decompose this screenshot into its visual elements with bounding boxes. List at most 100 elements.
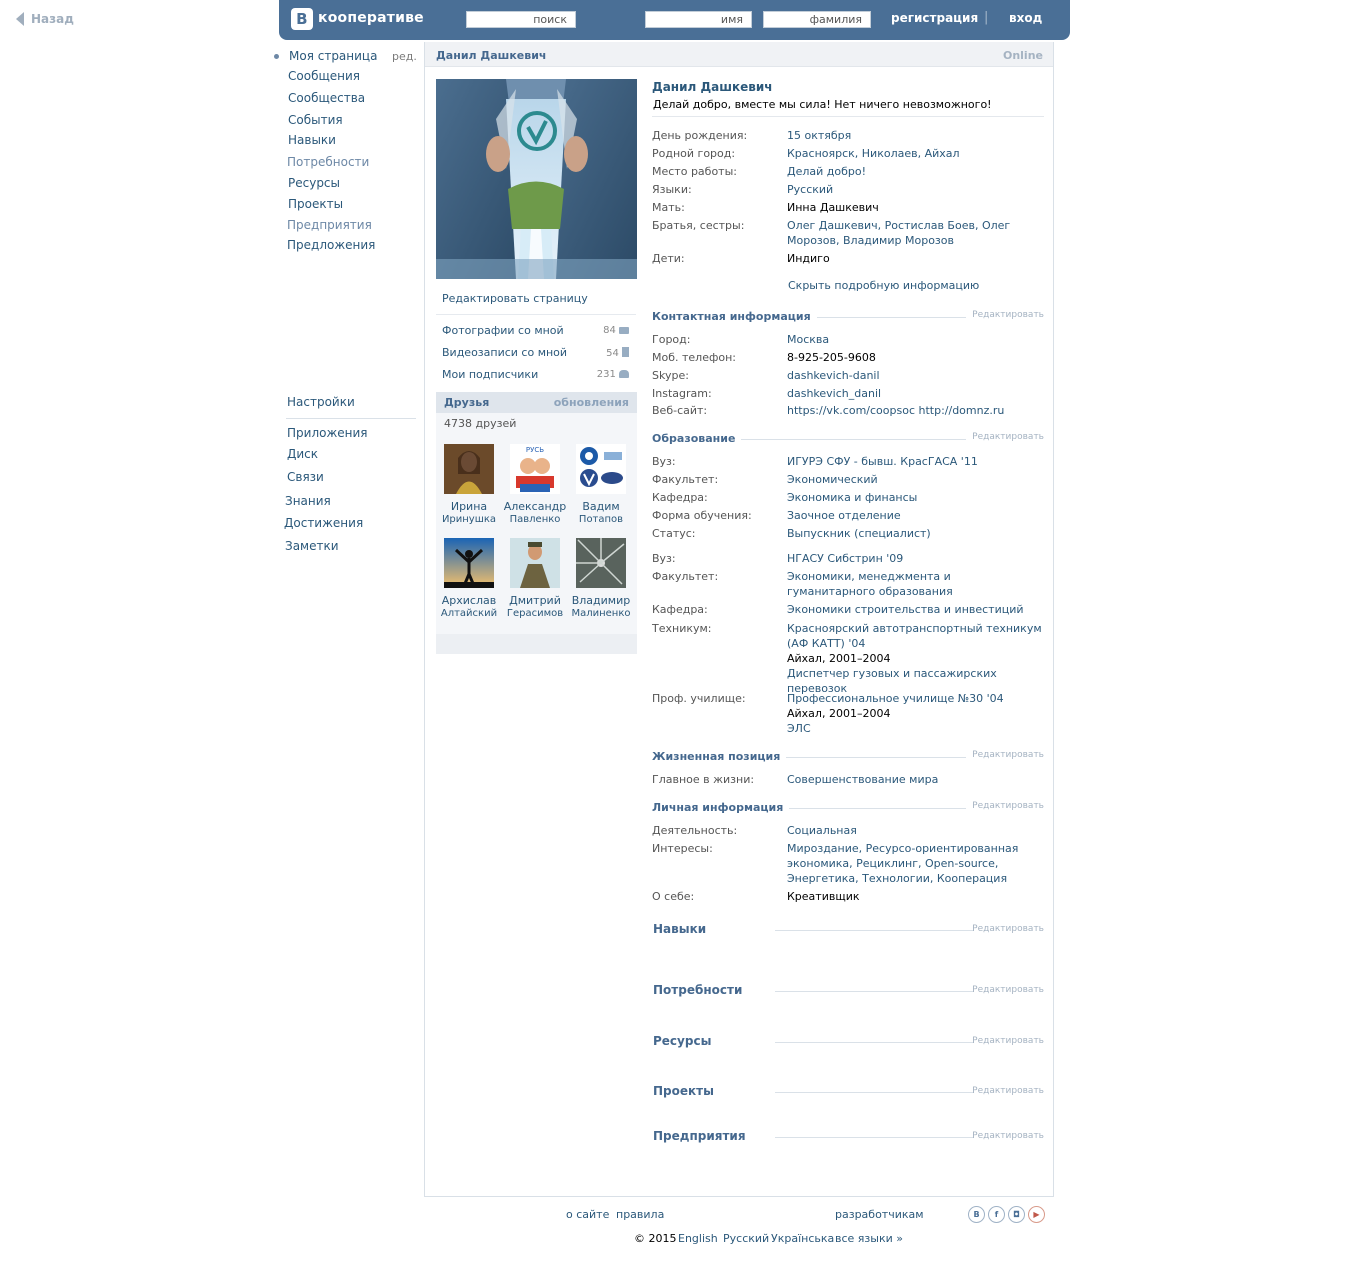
info-value[interactable]: dashkevich-danil <box>787 368 1042 383</box>
facebook-icon[interactable]: f <box>988 1206 1005 1223</box>
edit-link[interactable]: Редактировать <box>972 1131 1044 1141</box>
first-name-input[interactable]: имя <box>645 11 752 28</box>
nav-communities[interactable]: Сообщества <box>288 91 365 105</box>
info-value[interactable]: Заочное отделение <box>787 508 1042 523</box>
lang-russian-link[interactable]: Русский <box>723 1232 769 1245</box>
nav-offers[interactable]: Предложения <box>287 238 375 252</box>
friend-photo[interactable] <box>444 538 494 588</box>
info-value[interactable]: dashkevich_danil <box>787 386 1042 401</box>
edit-link[interactable]: Редактировать <box>966 432 1044 442</box>
friend-first-name[interactable]: Владимир <box>569 594 633 607</box>
photos-with-me-link[interactable]: Фотографии со мной <box>442 324 564 337</box>
back-link[interactable]: Назад <box>16 12 74 26</box>
info-value[interactable]: ИГУРЭ СФУ - бывш. КрасГАСА '11 <box>787 454 1042 469</box>
friend-last-name[interactable]: Павленко <box>503 513 567 526</box>
edit-link[interactable]: Редактировать <box>966 750 1044 760</box>
vk-icon[interactable]: B <box>968 1206 985 1223</box>
friend-photo[interactable] <box>576 538 626 588</box>
edit-link[interactable]: Редактировать <box>972 1036 1044 1046</box>
edit-page-link[interactable]: Редактировать страницу <box>442 292 588 305</box>
nav-connections[interactable]: Связи <box>287 470 324 484</box>
last-name-input[interactable]: фамилия <box>763 11 871 28</box>
info-value[interactable]: Красноярск, Николаев, Айхал <box>787 146 1042 161</box>
friend-first-name[interactable]: Ирина <box>437 500 501 513</box>
edit-link[interactable]: Редактировать <box>972 924 1044 934</box>
nav-apps[interactable]: Приложения <box>287 426 368 440</box>
nav-achievements[interactable]: Достижения <box>284 516 363 530</box>
edit-link[interactable]: Редактировать <box>972 985 1044 995</box>
info-value[interactable]: Экономический <box>787 472 1042 487</box>
friends-updates-link[interactable]: обновления <box>554 396 629 409</box>
info-value[interactable]: 15 октября <box>787 128 1042 143</box>
nav-notes[interactable]: Заметки <box>285 539 339 553</box>
nav-events[interactable]: События <box>288 113 343 127</box>
friend-photo[interactable] <box>576 444 626 494</box>
friend-photo[interactable]: РУСЬ <box>510 444 560 494</box>
friend-card[interactable]: Дмитрий Герасимов <box>503 538 567 620</box>
info-value[interactable]: Русский <box>787 182 1042 197</box>
edit-link[interactable]: Редактировать <box>972 1086 1044 1096</box>
edit-link[interactable]: Редактировать <box>966 310 1044 320</box>
friend-card[interactable]: Ирина Иринушка <box>437 444 501 526</box>
friend-card[interactable]: РУСЬ Александр Павленко <box>503 444 567 526</box>
info-value[interactable]: НГАСУ Сибстрин '09 <box>787 551 1042 566</box>
friend-photo[interactable] <box>444 444 494 494</box>
nav-projects[interactable]: Проекты <box>288 197 343 211</box>
nav-settings[interactable]: Настройки <box>287 395 355 409</box>
register-link[interactable]: регистрация <box>891 11 978 25</box>
nav-knowledge[interactable]: Знания <box>285 494 331 508</box>
friend-first-name[interactable]: Вадим <box>569 500 633 513</box>
info-value[interactable]: Профессиональное училище №30 '04 <box>787 691 1042 706</box>
edit-link[interactable]: Редактировать <box>966 801 1044 811</box>
nav-messages[interactable]: Сообщения <box>288 69 360 83</box>
nav-needs[interactable]: Потребности <box>287 155 369 169</box>
avatar[interactable] <box>436 79 637 279</box>
friend-card[interactable]: Владимир Малиненко <box>569 538 633 620</box>
login-link[interactable]: вход <box>1009 11 1042 25</box>
nav-skills[interactable]: Навыки <box>288 133 336 147</box>
friend-card[interactable]: Вадим Потапов <box>569 444 633 526</box>
info-value[interactable]: Совершенствование мира <box>787 772 1042 787</box>
toggle-details-link[interactable]: Скрыть подробную информацию <box>788 278 1043 293</box>
friend-last-name[interactable]: Алтайский <box>437 607 501 620</box>
footer-developers-link[interactable]: разработчикам <box>835 1208 924 1221</box>
friend-card[interactable]: Архислав Алтайский <box>437 538 501 620</box>
info-value[interactable]: Москва <box>787 332 1042 347</box>
info-value[interactable]: Мироздание, Ресурсо-ориентированная экон… <box>787 841 1042 886</box>
search-input[interactable]: поиск <box>466 11 576 28</box>
info-value[interactable]: Красноярский автотранспортный техникум (… <box>787 621 1042 651</box>
youtube-icon[interactable]: ▶ <box>1028 1206 1045 1223</box>
friend-last-name[interactable]: Иринушка <box>437 513 501 526</box>
friend-first-name[interactable]: Архислав <box>437 594 501 607</box>
profile-status[interactable]: Делай добро, вместе мы сила! Нет ничего … <box>653 98 992 111</box>
info-value[interactable]: Экономики строительства и инвестиций <box>787 602 1042 617</box>
friend-first-name[interactable]: Александр <box>503 500 567 513</box>
friends-count[interactable]: 4738 друзей <box>444 417 516 430</box>
nav-resources[interactable]: Ресурсы <box>288 176 340 190</box>
lang-english-link[interactable]: English <box>678 1232 718 1245</box>
friend-last-name[interactable]: Потапов <box>569 513 633 526</box>
info-value[interactable]: ЭЛС <box>787 721 1042 736</box>
nav-edit-link[interactable]: ред. <box>392 50 417 63</box>
instagram-icon[interactable]: ◘ <box>1008 1206 1025 1223</box>
info-value[interactable]: Экономика и финансы <box>787 490 1042 505</box>
footer-about-link[interactable]: о сайте <box>566 1208 609 1221</box>
info-value[interactable]: Олег Дашкевич, Ростислав Боев, Олег Моро… <box>787 218 1042 248</box>
followers-link[interactable]: Мои подписчики <box>442 368 538 381</box>
info-value[interactable]: Экономики, менеджмента и гуманитарного о… <box>787 569 1042 599</box>
nav-my-page[interactable]: Моя страница <box>289 49 377 63</box>
all-languages-link[interactable]: все языки » <box>835 1232 903 1245</box>
info-value[interactable]: Социальная <box>787 823 1042 838</box>
friend-first-name[interactable]: Дмитрий <box>503 594 567 607</box>
friend-last-name[interactable]: Герасимов <box>503 607 567 620</box>
friend-photo[interactable] <box>510 538 560 588</box>
nav-disk[interactable]: Диск <box>287 447 318 461</box>
info-value[interactable]: Делай добро! <box>787 164 1042 179</box>
nav-enterprises[interactable]: Предприятия <box>287 218 372 232</box>
info-value[interactable]: Выпускник (специалист) <box>787 526 1042 541</box>
footer-rules-link[interactable]: правила <box>616 1208 664 1221</box>
site-logo[interactable]: Bкооперативе <box>291 8 424 30</box>
info-value[interactable]: https://vk.com/coopsoc http://domnz.ru <box>787 403 1042 418</box>
friend-last-name[interactable]: Малиненко <box>569 607 633 620</box>
videos-with-me-link[interactable]: Видеозаписи со мной <box>442 346 567 359</box>
